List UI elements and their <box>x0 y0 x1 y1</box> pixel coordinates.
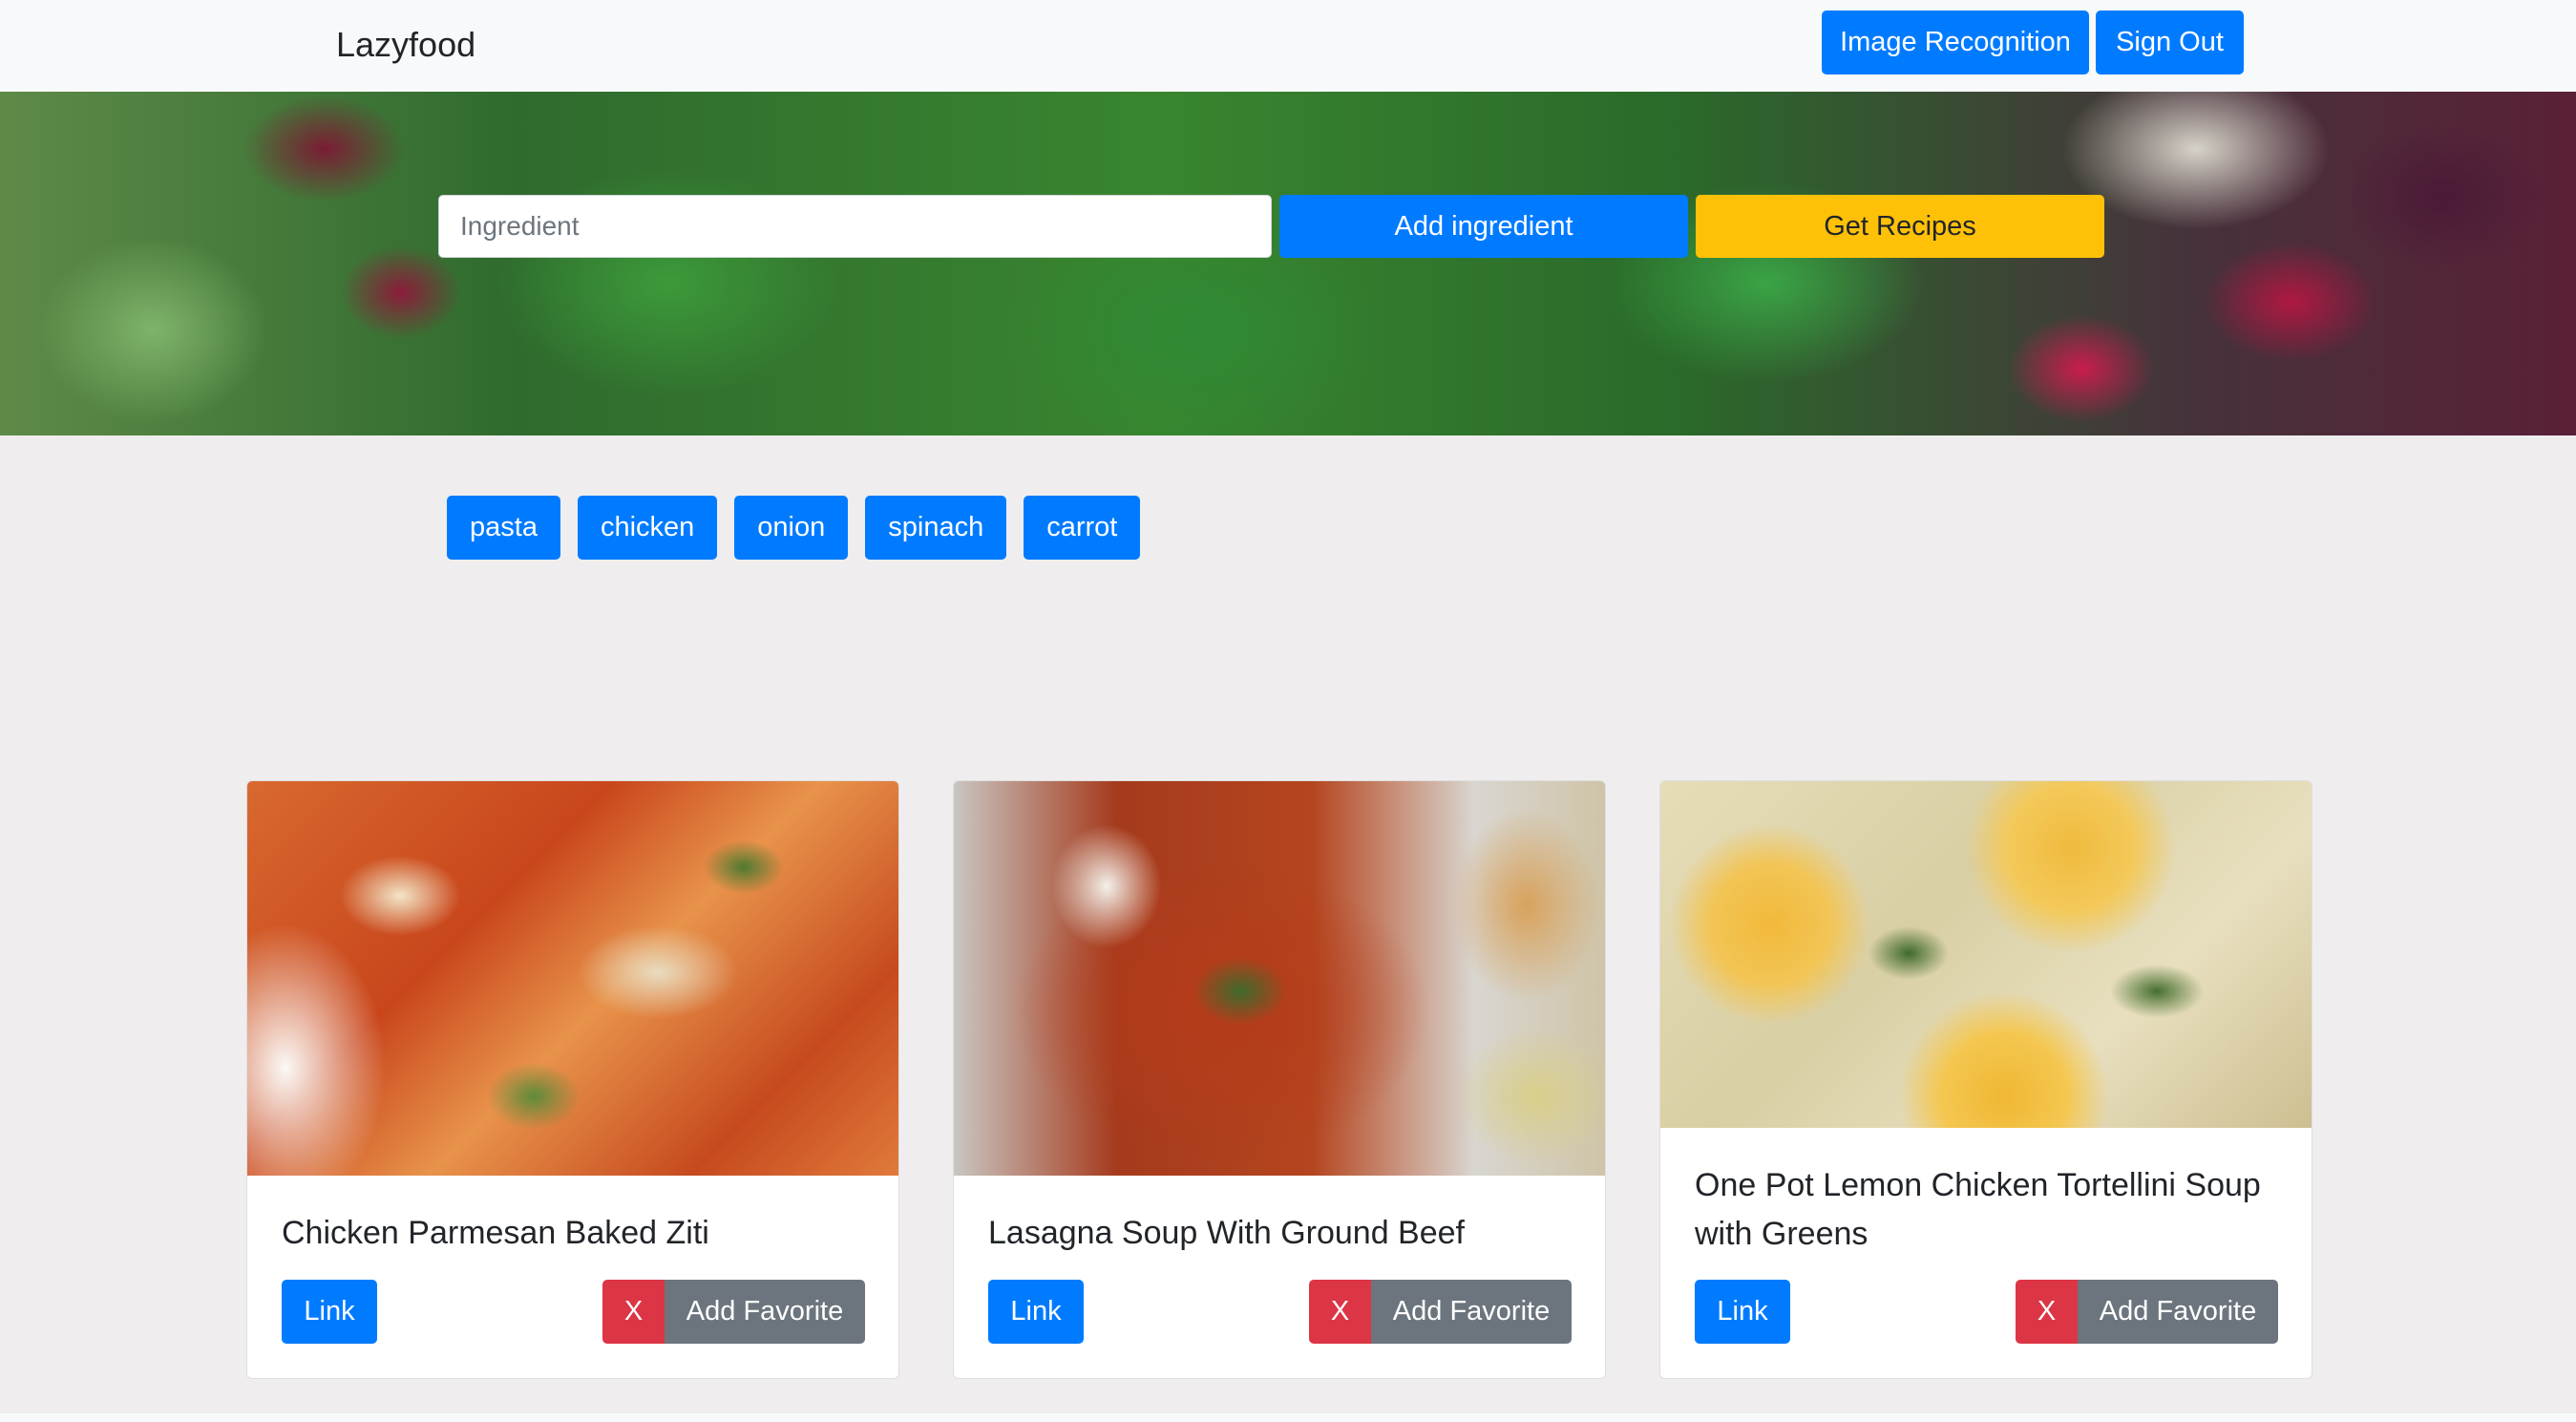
add-ingredient-button[interactable]: Add ingredient <box>1279 195 1688 258</box>
remove-recipe-button[interactable]: X <box>2016 1280 2078 1344</box>
add-favorite-button[interactable]: Add Favorite <box>665 1280 865 1344</box>
recipe-image <box>247 781 898 1176</box>
get-recipes-button[interactable]: Get Recipes <box>1696 195 2104 258</box>
recipe-image <box>1660 781 2312 1128</box>
recipe-link-button[interactable]: Link <box>988 1280 1084 1344</box>
recipe-image <box>954 781 1605 1176</box>
ingredient-tag[interactable]: chicken <box>577 496 718 560</box>
brand-logo[interactable]: Lazyfood <box>336 21 475 69</box>
hero-banner: Add ingredient Get Recipes <box>0 92 2576 435</box>
recipe-title: One Pot Lemon Chicken Tortellini Soup wi… <box>1695 1167 2261 1252</box>
recipe-link-button[interactable]: Link <box>282 1280 377 1344</box>
recipe-card: Lasagna Soup With Ground Beef Link X Add… <box>953 780 1606 1379</box>
remove-recipe-button[interactable]: X <box>602 1280 665 1344</box>
add-favorite-button[interactable]: Add Favorite <box>2078 1280 2278 1344</box>
add-favorite-button[interactable]: Add Favorite <box>1371 1280 1572 1344</box>
ingredient-tag[interactable]: spinach <box>865 496 1007 560</box>
image-recognition-button[interactable]: Image Recognition <box>1822 11 2089 74</box>
recipe-title: Lasagna Soup With Ground Beef <box>988 1215 1465 1251</box>
navbar: Lazyfood Image Recognition Sign Out <box>0 0 2576 92</box>
sign-out-button[interactable]: Sign Out <box>2096 11 2244 74</box>
recipe-card: One Pot Lemon Chicken Tortellini Soup wi… <box>1659 780 2312 1379</box>
recipe-link-button[interactable]: Link <box>1695 1280 1790 1344</box>
footer-strip <box>0 1413 2576 1422</box>
ingredient-tag[interactable]: pasta <box>447 496 560 560</box>
ingredient-tag-list: pasta chicken onion spinach carrot <box>447 496 1141 560</box>
recipe-title: Chicken Parmesan Baked Ziti <box>282 1215 709 1251</box>
ingredient-tag[interactable]: onion <box>734 496 849 560</box>
remove-recipe-button[interactable]: X <box>1309 1280 1371 1344</box>
recipe-card: Chicken Parmesan Baked Ziti Link X Add F… <box>246 780 899 1379</box>
ingredient-tag[interactable]: carrot <box>1024 496 1141 560</box>
ingredient-input[interactable] <box>438 195 1272 258</box>
